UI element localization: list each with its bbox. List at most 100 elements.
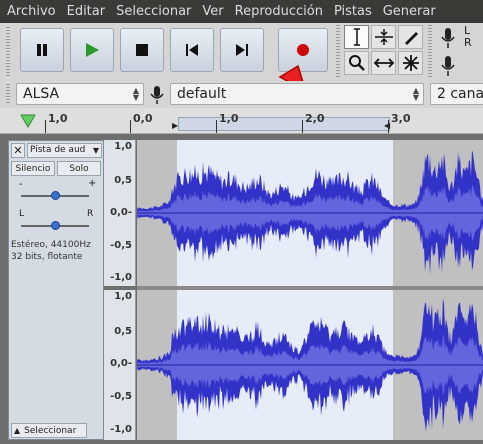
vertical-scale-top[interactable]: 1,0 0,5 0,0- -0,5 -1,0 xyxy=(104,140,136,286)
envelope-tool-button[interactable] xyxy=(371,25,396,49)
skip-end-icon xyxy=(236,44,248,56)
multi-tool-icon xyxy=(402,55,419,71)
gain-plus-label: + xyxy=(88,178,97,189)
waveform-channel-right[interactable] xyxy=(137,290,483,440)
scale-label: 1,0 xyxy=(114,291,132,302)
gain-slider-thumb[interactable] xyxy=(51,191,60,200)
pan-slider-thumb[interactable] xyxy=(51,221,60,230)
device-toolbar-grip[interactable] xyxy=(6,84,10,104)
multi-tool-button[interactable] xyxy=(398,51,423,75)
menu-bar: Archivo Editar Seleccionar Ver Reproducc… xyxy=(0,0,483,23)
zoom-tool-button[interactable] xyxy=(344,51,369,75)
track-name-menu[interactable]: Pista de aud ▼ xyxy=(27,143,102,158)
ruler-tick xyxy=(216,120,217,133)
scale-label: -0,5 xyxy=(110,391,132,402)
channel-divider xyxy=(137,286,483,290)
ruler-label: 3,0 xyxy=(391,112,411,125)
audio-host-select[interactable]: ALSA ▲ ▼ xyxy=(16,83,144,105)
vertical-scale-bottom[interactable]: 1,0 0,5 0,0- -0,5 -1,0 xyxy=(104,290,136,440)
selection-tool-icon xyxy=(353,28,360,46)
input-device-value: default xyxy=(177,86,227,102)
selection-tool-button[interactable] xyxy=(344,25,369,49)
menu-pistas[interactable]: Pistas xyxy=(327,4,376,19)
skip-to-end-button[interactable] xyxy=(220,28,264,72)
skip-start-icon xyxy=(186,44,198,56)
pan-right-label: R xyxy=(87,209,94,219)
zoom-tool-icon xyxy=(348,55,365,71)
scale-label: 0,0- xyxy=(110,207,132,218)
playback-meter-mic-icon[interactable] xyxy=(440,55,456,80)
gain-minus-label: - xyxy=(19,179,23,190)
menu-reproduccion[interactable]: Reproducción xyxy=(228,4,327,19)
ruler-tick xyxy=(130,120,131,133)
scale-label: -0,5 xyxy=(110,240,132,251)
mute-button[interactable]: Silencio xyxy=(11,161,55,176)
ruler-tick xyxy=(388,120,389,133)
play-button[interactable] xyxy=(70,28,114,72)
menu-seleccionar[interactable]: Seleccionar xyxy=(109,4,195,19)
skip-to-start-button[interactable] xyxy=(170,28,214,72)
play-icon xyxy=(86,43,99,57)
timeshift-tool-icon xyxy=(373,58,394,68)
draw-tool-icon xyxy=(404,32,418,45)
ruler-label: 0,0 xyxy=(133,112,153,125)
stop-button[interactable] xyxy=(120,28,164,72)
mute-label: Silencio xyxy=(15,163,51,174)
track-name-label: Pista de aud xyxy=(30,145,86,155)
device-toolbar: ALSA ▲ ▼ default ▲ ▼ 2 cana xyxy=(0,81,483,107)
scale-label: 1,0 xyxy=(114,141,132,152)
menu-ver[interactable]: Ver xyxy=(195,4,227,19)
stop-icon xyxy=(136,44,148,56)
pan-left-label: L xyxy=(19,209,25,219)
input-mic-icon xyxy=(150,85,164,108)
select-track-label: Seleccionar xyxy=(24,425,77,436)
track-format-label: Estéreo, 44100Hz xyxy=(11,240,91,250)
pause-button[interactable] xyxy=(20,28,64,72)
ruler-tick xyxy=(302,120,303,133)
input-channels-select[interactable]: 2 cana xyxy=(430,83,483,105)
menu-archivo[interactable]: Archivo xyxy=(0,4,60,19)
record-meter-channels: L R xyxy=(464,25,472,49)
track-bitdepth-label: 32 bits, flotante xyxy=(11,252,83,262)
meter-right-label: R xyxy=(464,36,472,49)
toolbar-area: L R xyxy=(0,23,483,81)
selection-start-marker-icon[interactable]: ▶ xyxy=(172,121,178,130)
pin-play-head-icon[interactable] xyxy=(20,114,36,131)
meter-toolbar-grip[interactable] xyxy=(428,25,432,79)
track-control-panel[interactable]: ✕ Pista de aud ▼ Silencio Solo - + L R E… xyxy=(8,140,104,440)
ruler-label: 1,0 xyxy=(48,112,68,125)
scale-label: 0,5 xyxy=(114,326,132,337)
timeline-ruler[interactable]: ▶ ◀ 1,0 0,0 1,0 2,0 3,0 xyxy=(0,108,483,134)
scale-label: 0,0- xyxy=(110,358,132,369)
draw-tool-button[interactable] xyxy=(398,25,423,49)
menu-editar[interactable]: Editar xyxy=(60,4,110,19)
tools-toolbar-grip[interactable] xyxy=(336,25,340,79)
close-track-button[interactable]: ✕ xyxy=(11,143,25,158)
scale-label: 0,5 xyxy=(114,175,132,186)
updown-icon: ▲ ▼ xyxy=(132,86,139,102)
record-icon xyxy=(297,44,309,56)
updown-icon: ▲ ▼ xyxy=(412,86,419,102)
ruler-selection-region[interactable] xyxy=(178,117,390,131)
record-meter-mic-icon[interactable] xyxy=(440,27,456,52)
input-device-select[interactable]: default ▲ ▼ xyxy=(170,83,424,105)
solo-button[interactable]: Solo xyxy=(57,161,101,176)
scale-label: -1,0 xyxy=(110,424,132,435)
waveform-channel-left[interactable] xyxy=(137,140,483,286)
track-info: Estéreo, 44100Hz 32 bits, flotante xyxy=(11,239,91,263)
pause-icon xyxy=(37,44,47,56)
menu-generar[interactable]: Generar xyxy=(376,4,440,19)
transport-toolbar-grip[interactable] xyxy=(6,27,10,77)
close-icon: ✕ xyxy=(13,144,23,157)
solo-label: Solo xyxy=(69,163,89,174)
scale-label: -1,0 xyxy=(110,272,132,283)
input-channels-value: 2 cana xyxy=(437,86,483,102)
collapse-icon: ▲ xyxy=(14,426,21,435)
ruler-label: 1,0 xyxy=(219,112,239,125)
envelope-tool-icon xyxy=(374,29,393,45)
chevron-down-icon: ▼ xyxy=(92,146,99,155)
ruler-label: 2,0 xyxy=(305,112,325,125)
timeshift-tool-button[interactable] xyxy=(371,51,396,75)
select-track-button[interactable]: ▲ Seleccionar xyxy=(11,423,87,438)
track-area: ✕ Pista de aud ▼ Silencio Solo - + L R E… xyxy=(0,134,483,444)
